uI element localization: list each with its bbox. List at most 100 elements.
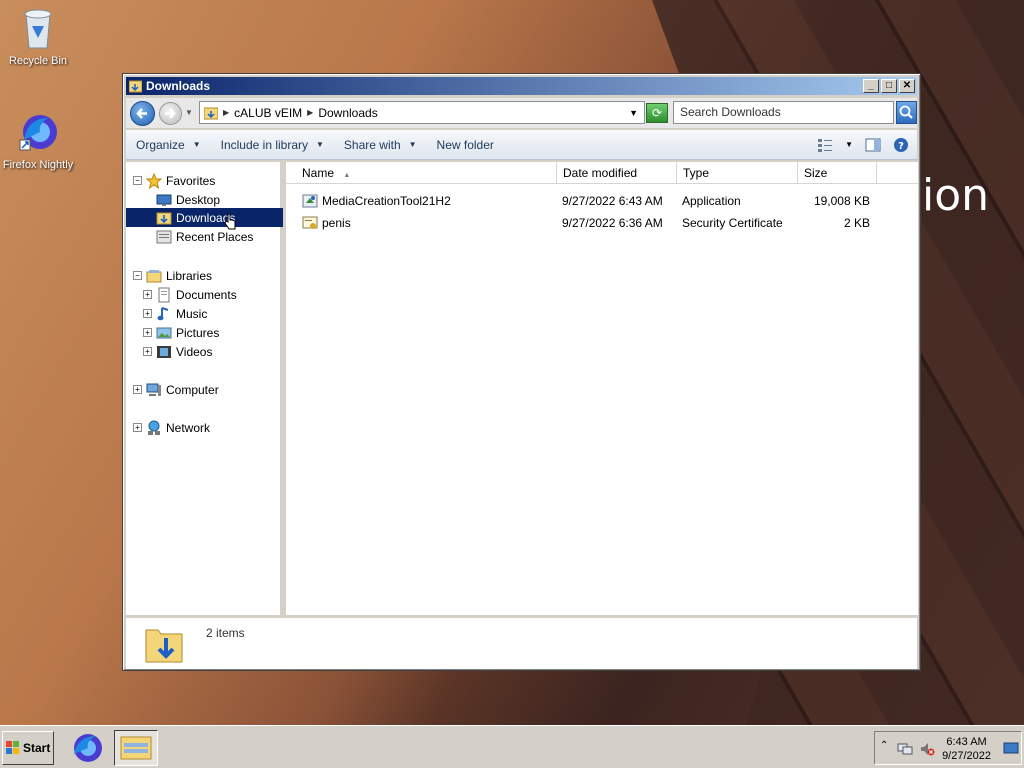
tree-item-downloads[interactable]: Downloads xyxy=(126,208,283,229)
taskbar: Start ⌃ 6:43 AM 9/27/2022 xyxy=(0,725,1024,768)
file-row[interactable]: penis 9/27/2022 6:36 AM Security Certifi… xyxy=(286,212,918,234)
tree-item-desktop[interactable]: Desktop xyxy=(156,190,220,209)
share-with-button[interactable]: Share with ▼ xyxy=(334,138,427,152)
tree-item-favorites[interactable]: − Favorites xyxy=(133,171,215,190)
chevron-down-icon: ▼ xyxy=(192,140,201,149)
refresh-button[interactable]: ⟳ xyxy=(646,103,668,123)
tree-item-videos[interactable]: + Videos xyxy=(143,342,212,361)
expand-icon[interactable]: + xyxy=(133,385,142,394)
help-icon[interactable]: ? xyxy=(893,137,909,153)
organize-button[interactable]: Organize ▼ xyxy=(126,138,211,152)
show-hidden-icons-button[interactable]: ⌃ xyxy=(880,740,888,751)
expand-icon[interactable]: + xyxy=(133,423,142,432)
firefox-nightly-icon xyxy=(19,115,57,151)
show-desktop-icon[interactable] xyxy=(1003,740,1019,756)
breadcrumb[interactable]: ▶ cALUB vEIM ▶ Downloads ▼ xyxy=(199,101,645,124)
search-input[interactable]: Search Downloads xyxy=(673,101,894,124)
tree-item-network[interactable]: + Network xyxy=(133,418,210,437)
include-in-library-button[interactable]: Include in library ▼ xyxy=(211,138,334,152)
taskbar-firefox-nightly[interactable] xyxy=(66,730,110,766)
file-explorer-icon xyxy=(120,736,152,760)
clock[interactable]: 6:43 AM 9/27/2022 xyxy=(942,735,991,763)
tree-item-recent-places[interactable]: Recent Places xyxy=(156,227,253,246)
back-button[interactable] xyxy=(130,101,155,126)
start-button[interactable]: Start xyxy=(2,731,54,765)
column-headers: Name ▲ Date modified Type Size xyxy=(286,162,918,184)
arrow-right-icon xyxy=(165,108,176,119)
application-icon xyxy=(302,194,318,208)
minimize-button[interactable]: _ xyxy=(863,79,879,93)
system-tray: ⌃ 6:43 AM 9/27/2022 xyxy=(874,731,1022,765)
address-bar: ▼ ▶ cALUB vEIM ▶ Downloads ▼ ⟳ Search Do… xyxy=(126,98,917,128)
file-size: 2 KB xyxy=(843,216,870,230)
tree-label: Network xyxy=(166,420,211,435)
column-header-type[interactable]: Type xyxy=(677,162,798,184)
column-header-size[interactable]: Size xyxy=(798,162,877,184)
search-button[interactable] xyxy=(896,101,917,124)
share-with-label: Share with xyxy=(343,137,401,152)
clock-date: 9/27/2022 xyxy=(942,750,991,762)
taskbar-explorer[interactable] xyxy=(114,730,158,766)
network-status-icon[interactable] xyxy=(897,741,913,757)
tree-item-libraries[interactable]: − Libraries xyxy=(133,266,212,285)
new-folder-button[interactable]: New folder xyxy=(427,138,504,152)
chevron-down-icon[interactable]: ▼ xyxy=(845,140,853,149)
collapse-icon[interactable]: − xyxy=(133,271,142,280)
breadcrumb-item-downloads[interactable]: Downloads xyxy=(318,106,377,120)
volume-muted-icon[interactable] xyxy=(919,741,935,757)
preview-pane-icon[interactable] xyxy=(865,137,881,153)
chevron-right-icon[interactable]: ▶ xyxy=(307,108,313,117)
tree-label: Pictures xyxy=(176,325,220,340)
view-options-icon[interactable] xyxy=(817,137,833,153)
collapse-icon[interactable]: − xyxy=(133,176,142,185)
expand-icon[interactable]: + xyxy=(143,347,152,356)
firefox-nightly-icon xyxy=(74,734,102,762)
breadcrumb-item-user[interactable]: cALUB vEIM xyxy=(234,106,302,120)
svg-text:?: ? xyxy=(898,141,904,152)
wallpaper-text: ion xyxy=(922,170,990,221)
desktop-icon-firefox-nightly[interactable]: Firefox Nightly xyxy=(0,110,76,171)
recycle-bin-icon xyxy=(24,9,52,49)
pictures-icon xyxy=(156,327,172,338)
chevron-right-icon[interactable]: ▶ xyxy=(223,108,229,117)
maximize-button[interactable]: □ xyxy=(881,79,897,93)
item-count: 2 items xyxy=(206,626,245,640)
clock-time: 6:43 AM xyxy=(946,736,987,748)
network-icon xyxy=(148,420,160,435)
tree-label: Computer xyxy=(166,382,219,397)
recent-pages-dropdown[interactable]: ▼ xyxy=(185,108,193,117)
close-button[interactable]: ✕ xyxy=(899,79,915,93)
tree-label: Music xyxy=(176,306,208,321)
arrow-left-icon xyxy=(136,108,147,119)
documents-icon xyxy=(158,287,170,302)
organize-label: Organize xyxy=(136,137,185,152)
tree-item-documents[interactable]: + Documents xyxy=(143,285,237,304)
explorer-window: Downloads _ □ ✕ ▼ ▶ cALUB vEIM ▶ Downloa… xyxy=(122,73,921,671)
windows-logo-icon xyxy=(6,741,19,754)
folder-icon xyxy=(204,107,218,119)
downloads-folder-icon xyxy=(156,212,172,224)
refresh-icon: ⟳ xyxy=(651,106,663,120)
expand-icon[interactable]: + xyxy=(143,309,152,318)
column-header-date-modified[interactable]: Date modified xyxy=(557,162,677,184)
desktop-icon-recycle-bin[interactable]: Recycle Bin xyxy=(0,6,76,67)
computer-icon xyxy=(146,383,161,396)
libraries-icon xyxy=(146,269,162,282)
tree-item-pictures[interactable]: + Pictures xyxy=(143,323,219,342)
tree-item-computer[interactable]: + Computer xyxy=(133,380,219,399)
folder-icon xyxy=(129,80,142,93)
videos-icon xyxy=(157,345,171,358)
column-header-name[interactable]: Name ▲ xyxy=(296,162,557,184)
file-row[interactable]: MediaCreationTool21H2 9/27/2022 6:43 AM … xyxy=(286,190,918,212)
forward-button[interactable] xyxy=(159,102,182,125)
desktop-icon-label: Firefox Nightly xyxy=(2,159,74,171)
window-titlebar[interactable]: Downloads _ □ ✕ xyxy=(126,77,917,95)
tree-label: Documents xyxy=(176,287,237,302)
chevron-down-icon[interactable]: ▼ xyxy=(629,108,638,118)
tree-label: Favorites xyxy=(166,173,216,188)
new-folder-label: New folder xyxy=(436,137,494,152)
expand-icon[interactable]: + xyxy=(143,328,152,337)
file-name: penis xyxy=(322,216,351,230)
tree-item-music[interactable]: + Music xyxy=(143,304,207,323)
expand-icon[interactable]: + xyxy=(143,290,152,299)
